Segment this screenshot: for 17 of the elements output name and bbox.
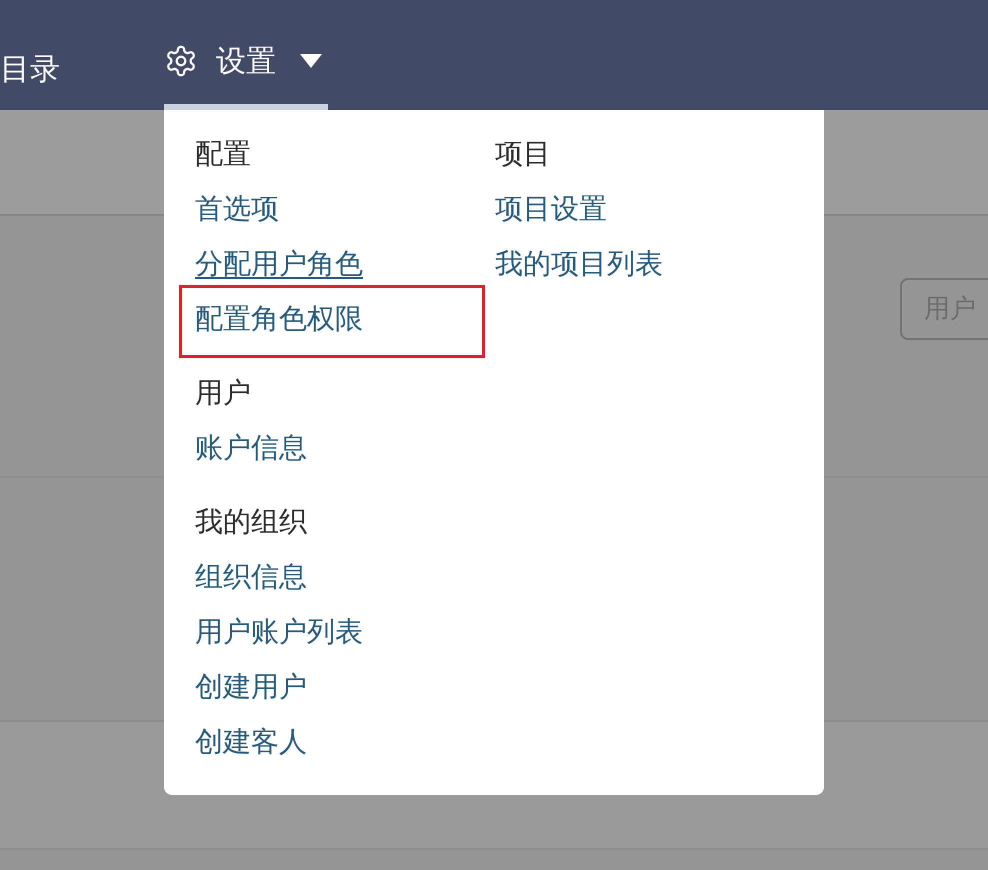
menu-heading: 配置 <box>195 136 251 172</box>
caret-icon <box>300 54 322 68</box>
settings-icon <box>164 44 198 78</box>
menu-link[interactable]: 组织信息 <box>195 549 307 604</box>
menu-link[interactable]: 配置角色权限 <box>195 291 363 346</box>
menu-link[interactable]: 项目设置 <box>495 181 607 236</box>
menu-link[interactable]: 我的项目列表 <box>495 236 663 291</box>
menu-link[interactable]: 分配用户角色 <box>195 236 363 291</box>
menu-heading: 用户 <box>195 375 251 411</box>
menu-heading: 项目 <box>495 136 551 172</box>
menu-link[interactable]: 创建用户 <box>195 659 307 714</box>
menu-link[interactable]: 账户信息 <box>195 420 307 475</box>
nav-item[interactable]: 目录 <box>0 30 164 110</box>
menu-heading: 我的组织 <box>195 504 307 540</box>
menu-link[interactable]: 用户账户列表 <box>195 604 363 659</box>
menu-link[interactable]: 创建客人 <box>195 714 307 769</box>
menu-link[interactable]: 首选项 <box>195 181 279 236</box>
